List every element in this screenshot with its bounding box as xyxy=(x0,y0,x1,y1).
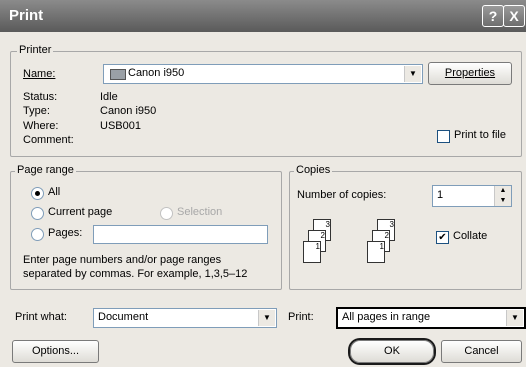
status-label: Status: xyxy=(23,91,58,103)
page-range-group-label: Page range xyxy=(15,164,76,176)
ok-label: OK xyxy=(384,345,400,357)
options-button[interactable]: Options... xyxy=(12,340,99,363)
close-button[interactable]: X xyxy=(503,5,525,27)
print-what-value: Document xyxy=(98,311,149,323)
page-range-help-line1: Enter page numbers and/or page ranges xyxy=(23,254,222,266)
properties-button[interactable]: Properties xyxy=(428,62,512,85)
pages-label: Pages: xyxy=(48,227,83,239)
pages-radio[interactable] xyxy=(31,228,44,241)
collate-checkbox[interactable]: ✔ xyxy=(436,231,449,244)
printer-name-select[interactable]: Canon i950 ▼ xyxy=(103,64,423,84)
printer-icon xyxy=(110,69,126,80)
where-label: Where: xyxy=(23,120,59,132)
window-title: Print xyxy=(9,7,44,24)
collate-page-icon: 1 xyxy=(303,241,321,263)
chevron-down-icon: ▼ xyxy=(258,310,275,326)
where-value: USB001 xyxy=(100,120,141,132)
print-to-file-label: Print to file xyxy=(454,129,506,141)
current-page-radio[interactable] xyxy=(31,207,44,220)
selection-label: Selection xyxy=(177,206,223,218)
chevron-down-icon: ▼ xyxy=(404,66,421,82)
copies-value: 1 xyxy=(437,189,444,201)
options-label: Options... xyxy=(31,345,80,357)
type-label: Type: xyxy=(23,105,50,117)
copies-spinner[interactable]: 1 ▲ ▼ xyxy=(432,185,512,207)
title-bar: Print ? X xyxy=(0,0,526,32)
status-value: Idle xyxy=(100,91,118,103)
name-label: Name: xyxy=(23,68,56,80)
copies-group-label: Copies xyxy=(294,164,333,176)
help-button[interactable]: ? xyxy=(482,5,504,27)
type-value: Canon i950 xyxy=(100,105,157,117)
all-radio[interactable] xyxy=(31,187,44,200)
spinner-arrows-icon: ▲ ▼ xyxy=(494,186,511,206)
collate-label: Collate xyxy=(453,230,488,242)
chevron-down-icon: ▼ xyxy=(506,310,523,326)
print-dialog: Print ? X Printer Name: Canon i950 ▼ Pro… xyxy=(0,0,526,367)
cancel-button[interactable]: Cancel xyxy=(441,340,522,363)
number-of-copies-label: Number of copies: xyxy=(297,189,387,201)
comment-label: Comment: xyxy=(23,134,74,146)
print-label: Print: xyxy=(288,311,314,323)
print-select[interactable]: All pages in range ▼ xyxy=(336,307,526,329)
properties-label: Properties xyxy=(444,67,496,79)
cancel-label: Cancel xyxy=(464,345,499,357)
collate-page-icon: 1 xyxy=(367,241,385,263)
printer-name-value: Canon i950 xyxy=(128,67,185,79)
print-to-file-checkbox[interactable] xyxy=(437,130,450,143)
pages-input[interactable] xyxy=(93,225,268,244)
ok-button[interactable]: OK xyxy=(350,340,434,363)
selection-radio[interactable] xyxy=(160,207,173,220)
current-page-label: Current page xyxy=(48,206,113,218)
print-value: All pages in range xyxy=(342,311,431,323)
print-what-label: Print what: xyxy=(15,311,67,323)
print-what-select[interactable]: Document ▼ xyxy=(93,308,277,328)
page-range-help-line2: separated by commas. For example, 1,3,5–… xyxy=(23,268,248,280)
all-label: All xyxy=(48,186,61,198)
printer-group-label: Printer xyxy=(17,44,54,56)
